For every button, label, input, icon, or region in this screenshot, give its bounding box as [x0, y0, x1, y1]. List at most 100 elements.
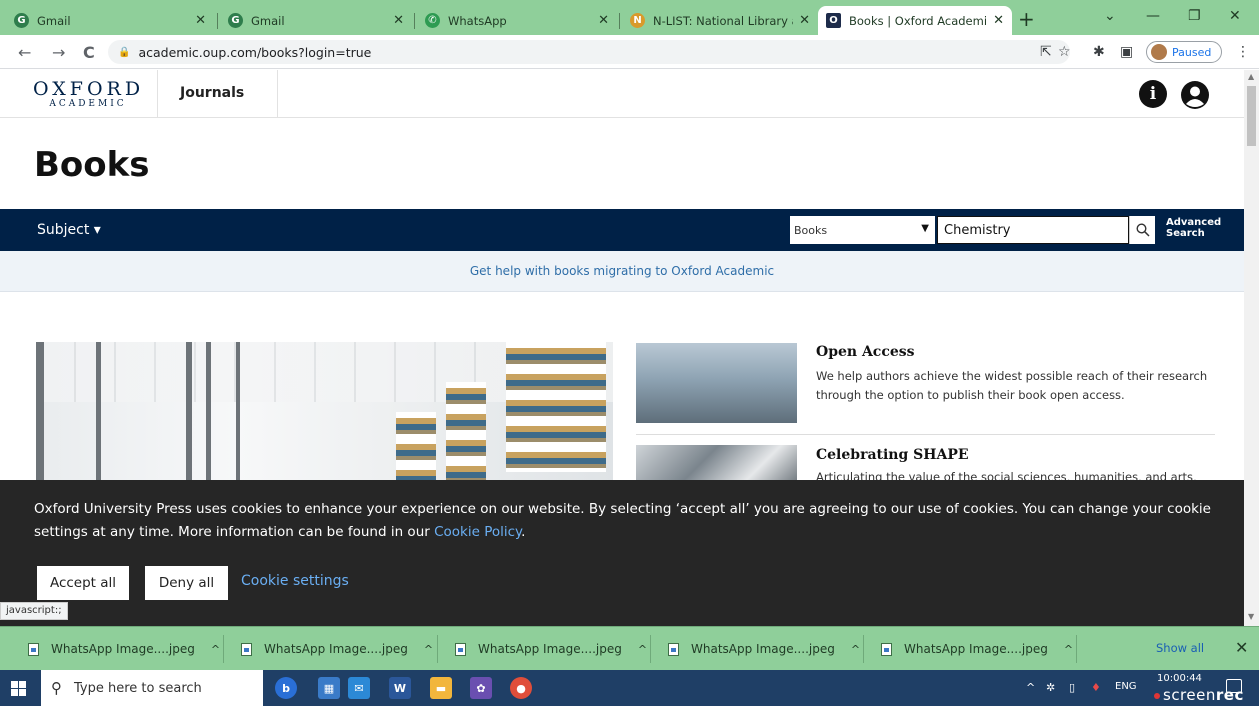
chevron-up-icon[interactable]: ^ — [1064, 643, 1073, 656]
file-explorer-icon[interactable]: ▬ — [430, 677, 452, 699]
info-icon[interactable]: i — [1139, 80, 1167, 108]
download-item[interactable]: WhatsApp Image....jpeg ^ — [455, 627, 647, 671]
tray-overflow-icon[interactable]: ^ — [1026, 681, 1035, 694]
close-tab-icon[interactable]: ✕ — [598, 13, 609, 28]
language-indicator[interactable]: ENG — [1115, 681, 1137, 692]
chevron-up-icon[interactable]: ^ — [851, 643, 860, 656]
oxford-academic-logo[interactable]: OXFORD ACADEMIC — [33, 79, 143, 109]
chrome-icon[interactable]: ● — [510, 677, 532, 699]
site-header: OXFORD ACADEMIC Journals i — [0, 70, 1244, 118]
deny-all-button[interactable]: Deny all — [145, 566, 228, 600]
network-icon[interactable]: ✲ — [1046, 681, 1055, 694]
paint-icon[interactable]: ✿ — [470, 677, 492, 699]
download-item[interactable]: WhatsApp Image....jpeg ^ — [28, 627, 220, 671]
advanced-search-link[interactable]: Advanced Search — [1166, 217, 1221, 239]
tab-whatsapp[interactable]: ✆ WhatsApp ✕ — [417, 6, 617, 35]
cookie-banner: Oxford University Press uses cookies to … — [0, 480, 1244, 626]
accept-all-button[interactable]: Accept all — [37, 566, 129, 600]
shape-title[interactable]: Celebrating SHAPE — [816, 447, 969, 463]
close-downloads-icon[interactable]: ✕ — [1235, 638, 1248, 657]
battery-icon[interactable]: ▯ — [1069, 681, 1075, 694]
restore-icon[interactable]: ❐ — [1188, 8, 1201, 24]
notification-icon[interactable] — [1226, 679, 1242, 693]
windows-start-icon[interactable] — [11, 681, 26, 696]
store-icon[interactable]: ▦ — [318, 677, 340, 699]
migration-help-link[interactable]: Get help with books migrating to Oxford … — [470, 264, 774, 278]
divider — [437, 635, 438, 663]
open-access-description: We help authors achieve the widest possi… — [816, 369, 1208, 402]
chevron-up-icon[interactable]: ^ — [638, 643, 647, 656]
whatsapp-icon: ✆ — [425, 13, 440, 28]
tab-search-icon[interactable]: ⌄ — [1104, 8, 1116, 24]
scrollbar-thumb[interactable] — [1247, 86, 1256, 146]
side-panel-icon[interactable]: ▣ — [1120, 44, 1133, 60]
url-input[interactable]: 🔒 academic.oup.com/books?login=true — [108, 40, 1070, 64]
divider — [223, 635, 224, 663]
browser-tab-strip: G Gmail ✕ G Gmail ✕ ✆ WhatsApp ✕ N N-LIS… — [0, 0, 1259, 35]
download-item[interactable]: WhatsApp Image....jpeg ^ — [668, 627, 860, 671]
divider — [650, 635, 651, 663]
taskbar-clock[interactable]: 10:00:44 — [1157, 673, 1202, 684]
search-icon: ⚲ — [51, 679, 62, 697]
status-bar-url: javascript:; — [0, 602, 68, 620]
image-file-icon — [668, 642, 679, 656]
divider — [863, 635, 864, 663]
oxford-icon: O — [826, 13, 841, 28]
cookie-message: Oxford University Press uses cookies to … — [34, 501, 1211, 540]
nav-divider — [157, 70, 158, 118]
page-scrollbar[interactable]: ▲ ▼ — [1244, 70, 1259, 626]
tab-gmail-2[interactable]: G Gmail ✕ — [220, 6, 412, 35]
avatar — [1151, 44, 1167, 60]
close-tab-icon[interactable]: ✕ — [799, 13, 810, 28]
back-icon[interactable]: ← — [18, 43, 31, 62]
nlist-icon: N — [630, 13, 645, 28]
chevron-up-icon[interactable]: ^ — [211, 643, 220, 656]
search-input[interactable] — [937, 216, 1129, 244]
open-access-title[interactable]: Open Access — [816, 344, 915, 360]
nav-journals-link[interactable]: Journals — [180, 85, 244, 101]
tab-divider — [619, 13, 620, 29]
reload-icon[interactable]: C — [83, 43, 95, 62]
cookie-policy-link[interactable]: Cookie Policy — [434, 524, 521, 540]
close-tab-icon[interactable]: ✕ — [195, 13, 206, 28]
page-title: Books — [34, 145, 150, 185]
scroll-down-icon[interactable]: ▼ — [1248, 612, 1254, 621]
close-window-icon[interactable]: ✕ — [1229, 8, 1241, 24]
chevron-up-icon[interactable]: ^ — [424, 643, 433, 656]
image-file-icon — [455, 642, 466, 656]
divider — [1076, 635, 1077, 663]
address-bar: ← → C 🔒 academic.oup.com/books?login=tru… — [0, 35, 1259, 69]
search-button[interactable] — [1129, 216, 1155, 244]
open-access-image[interactable] — [636, 343, 797, 423]
bing-icon[interactable]: b — [275, 677, 297, 699]
word-icon[interactable]: W — [389, 677, 411, 699]
profile-button[interactable]: Paused — [1146, 41, 1222, 63]
library-hero-image — [36, 342, 613, 492]
bookmark-star-icon[interactable]: ☆ — [1058, 44, 1071, 60]
menu-kebab-icon[interactable]: ⋮ — [1236, 44, 1250, 60]
subject-search-bar: Subject ▾ Books ▼ Advanced Search — [0, 209, 1244, 251]
close-tab-icon[interactable]: ✕ — [993, 13, 1004, 28]
new-tab-icon[interactable]: + — [1018, 7, 1035, 31]
forward-icon[interactable]: → — [52, 43, 65, 62]
minimize-icon[interactable]: — — [1146, 8, 1160, 24]
tab-nlist[interactable]: N N-LIST: National Library and ✕ — [622, 6, 818, 35]
search-icon — [1135, 223, 1150, 237]
cookie-settings-link[interactable]: Cookie settings — [241, 573, 349, 589]
scroll-up-icon[interactable]: ▲ — [1248, 72, 1254, 81]
taskbar-search-input[interactable]: ⚲ Type here to search — [41, 670, 263, 706]
antivirus-icon[interactable]: ♦ — [1091, 681, 1101, 694]
chevron-down-icon: ▼ — [921, 223, 929, 234]
tab-gmail-1[interactable]: G Gmail ✕ — [6, 6, 214, 35]
close-tab-icon[interactable]: ✕ — [393, 13, 404, 28]
user-account-icon[interactable] — [1180, 80, 1210, 110]
tab-oxford-books[interactable]: O Books | Oxford Academic ✕ — [818, 6, 1012, 35]
extensions-icon[interactable]: ✱ — [1093, 44, 1105, 60]
download-item[interactable]: WhatsApp Image....jpeg ^ — [881, 627, 1073, 671]
show-all-downloads-button[interactable]: Show all — [1156, 641, 1204, 655]
search-scope-select[interactable]: Books ▼ — [790, 216, 935, 244]
share-icon[interactable]: ⇱ — [1040, 44, 1052, 60]
mail-icon[interactable]: ✉ — [348, 677, 370, 699]
subject-dropdown[interactable]: Subject ▾ — [37, 222, 101, 238]
download-item[interactable]: WhatsApp Image....jpeg ^ — [241, 627, 433, 671]
